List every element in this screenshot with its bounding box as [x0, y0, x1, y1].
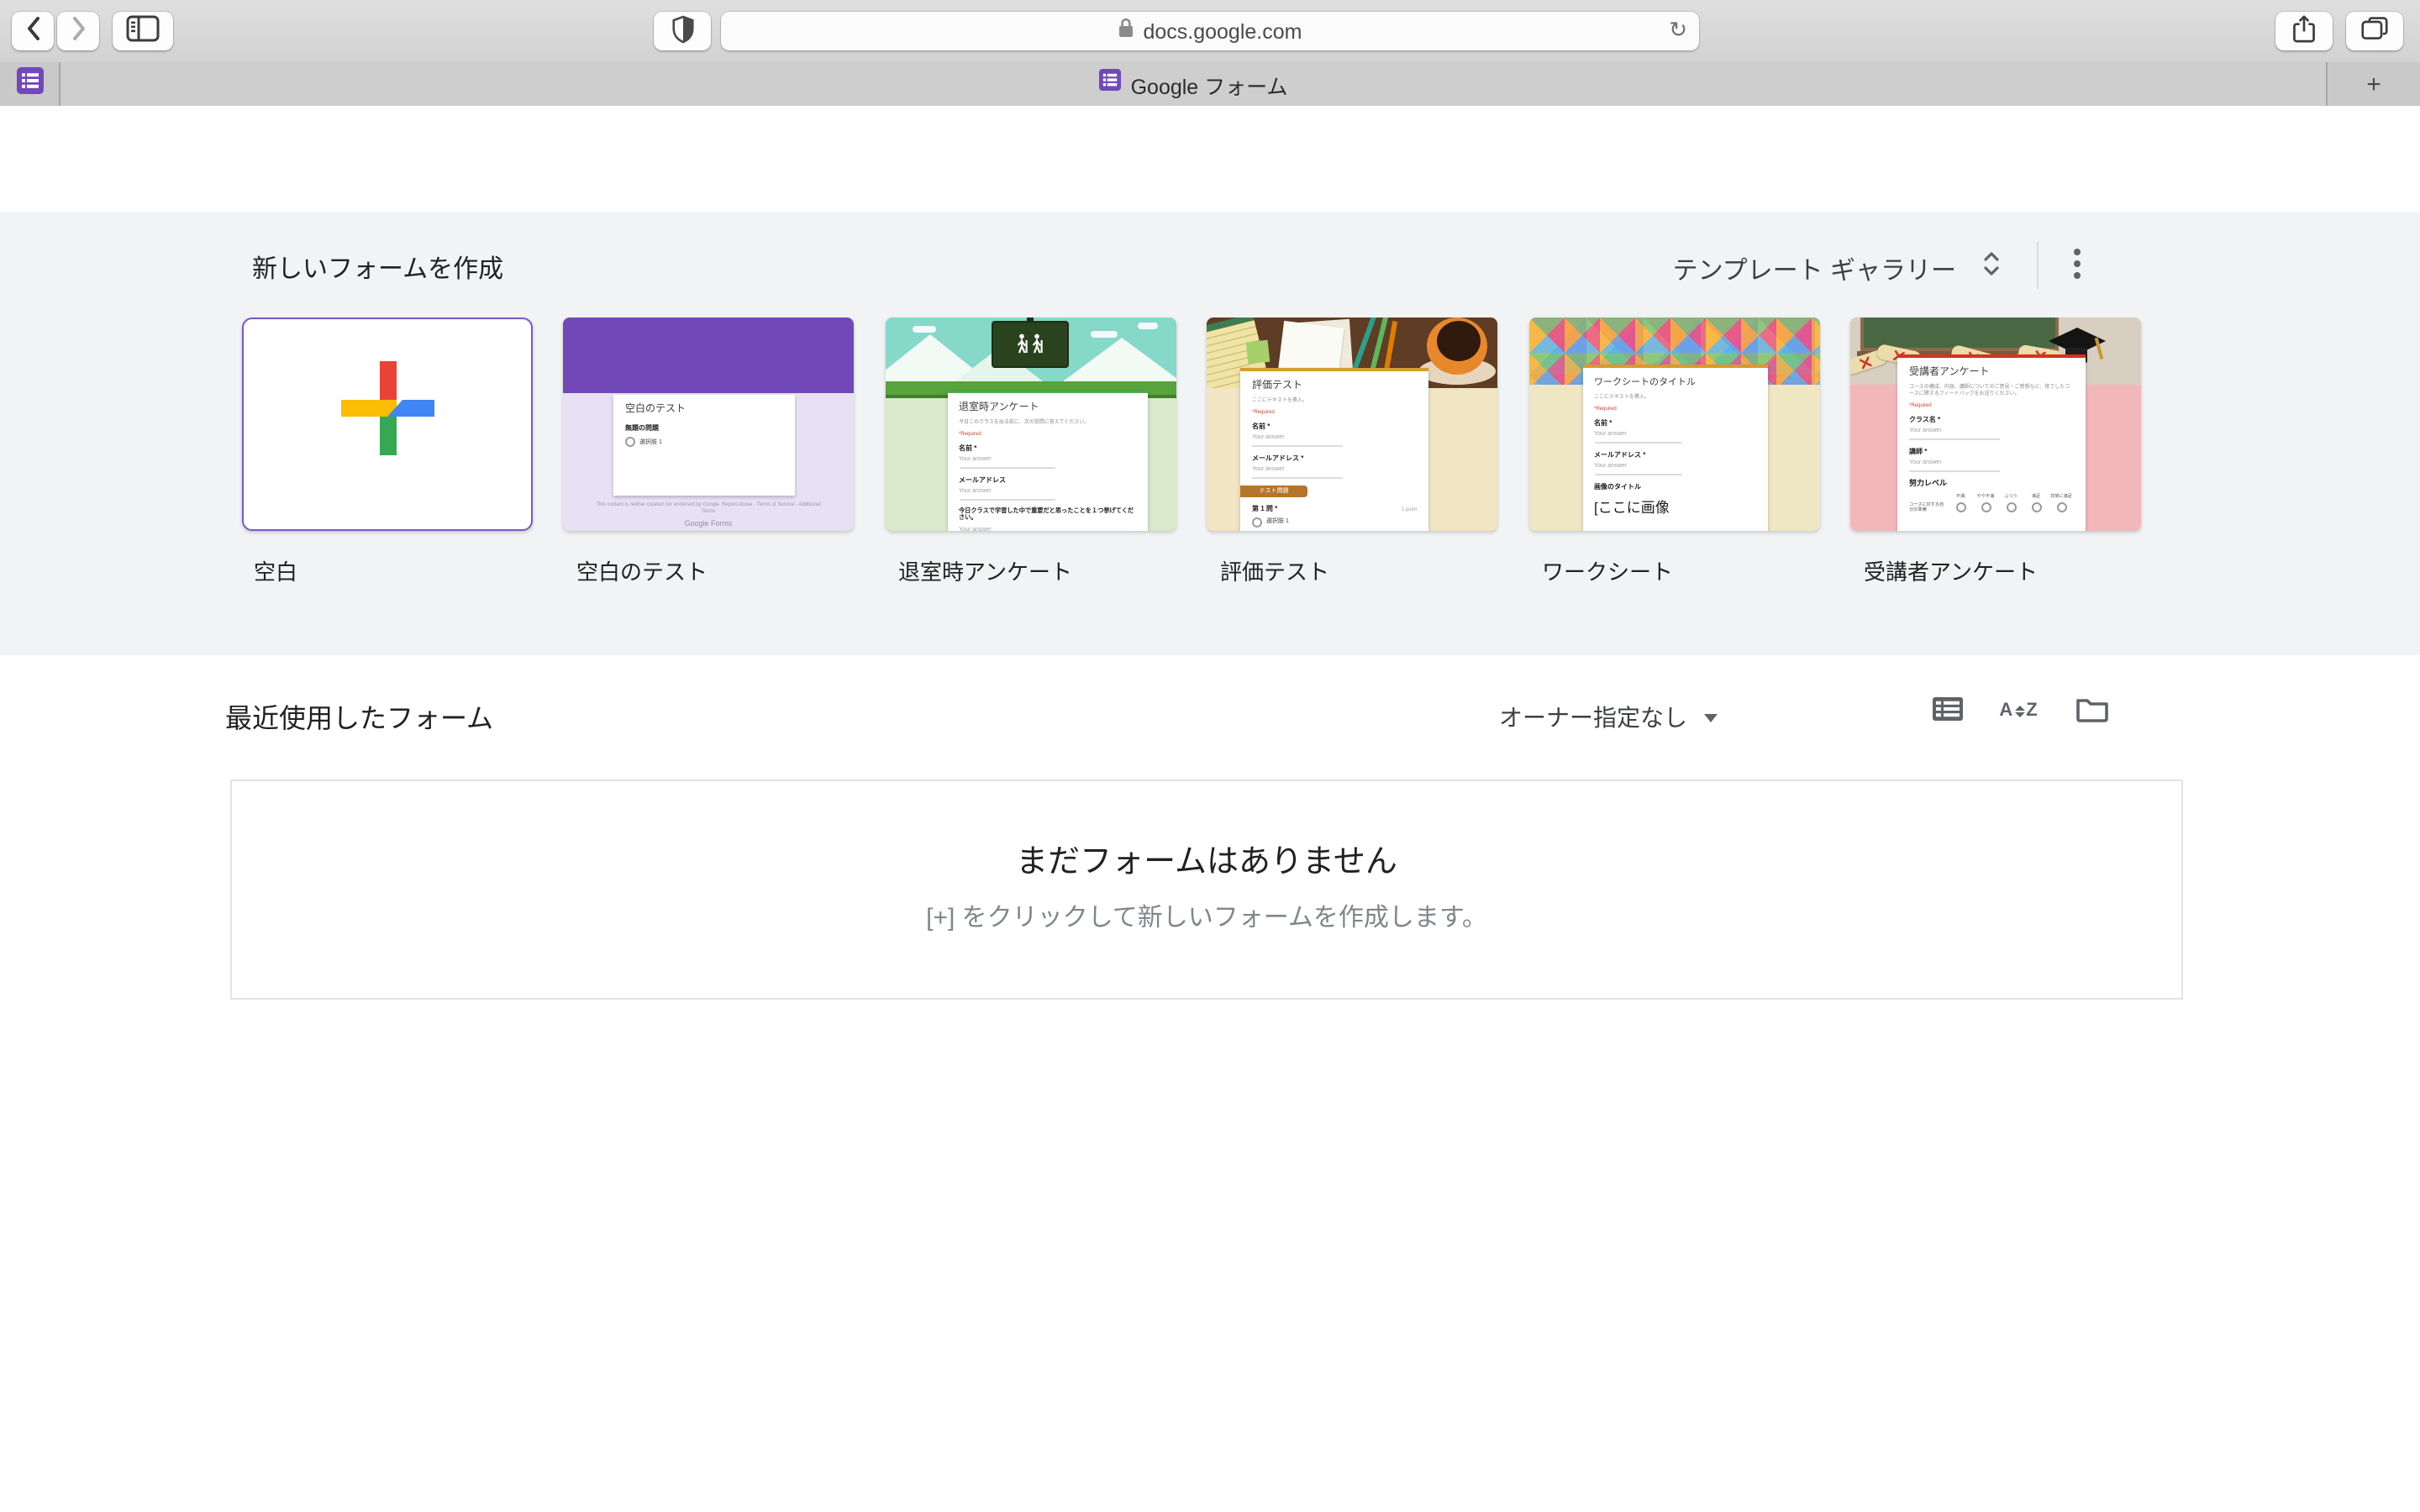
chevron-right-icon — [71, 17, 85, 45]
sort-az-icon: A Z — [1999, 701, 2037, 721]
privacy-report-button[interactable] — [654, 12, 711, 50]
tab-overview-button[interactable] — [2346, 12, 2403, 50]
list-view-icon — [1931, 695, 1965, 727]
template-section-title: 新しいフォームを作成 — [252, 250, 503, 286]
template-card-label[interactable]: ワークシート — [1542, 554, 1673, 586]
template-section: 新しいフォームを作成 テンプレート ギャラリー 空白 空白のテスト 無題の問題 … — [0, 212, 2420, 655]
forms-app-header: Forms ECCS2016 Information Technology Ce… — [0, 106, 2420, 212]
forward-button[interactable] — [57, 12, 99, 50]
template-card-label[interactable]: 空白のテスト — [576, 554, 708, 586]
safari-window: docs.google.com ↻ Google フォーム + Forms — [0, 0, 2420, 1512]
empty-state-title: まだフォームはありません — [232, 837, 2181, 882]
tab-google-forms[interactable]: Google フォーム — [60, 62, 2326, 106]
new-tab-button[interactable]: + — [2326, 62, 2420, 106]
template-card-blank[interactable] — [241, 318, 532, 531]
folder-icon — [2075, 695, 2109, 727]
sidebar-toggle-button[interactable] — [113, 12, 173, 50]
template-card-label[interactable]: 受講者アンケート — [1864, 554, 2038, 586]
empty-state-subtitle: [+] をクリックして新しいフォームを作成します。 — [232, 899, 2181, 934]
empty-state-panel: まだフォームはありません [+] をクリックして新しいフォームを作成します。 — [230, 780, 2183, 1000]
template-card-assessment[interactable]: 評価テスト ここにテキストを挿入。 *Required 名前 * Your an… — [1207, 318, 1497, 531]
divider — [2037, 242, 2039, 289]
template-gallery-expand-button[interactable] — [1976, 245, 2007, 286]
template-card-label[interactable]: 退室時アンケート — [898, 554, 1072, 586]
browser-toolbar: docs.google.com ↻ — [0, 0, 2420, 64]
forms-favicon — [1099, 69, 1121, 99]
back-button[interactable] — [12, 12, 54, 50]
shield-icon — [670, 14, 695, 48]
chevron-down-icon — [1704, 713, 1718, 722]
lock-icon — [1118, 16, 1134, 46]
template-section-menu-button[interactable] — [2055, 240, 2099, 287]
open-file-picker-button[interactable] — [2070, 689, 2114, 732]
template-card-blank-quiz[interactable]: 空白のテスト 無題の問題 選択肢 1 This content is neith… — [563, 318, 854, 531]
refresh-icon[interactable]: ↻ — [1669, 17, 1687, 44]
pinned-tab-google-forms[interactable] — [0, 62, 60, 106]
url-text: docs.google.com — [1143, 19, 1302, 43]
owner-filter-dropdown[interactable]: オーナー指定なし — [1489, 699, 1728, 736]
sidebar-icon — [126, 15, 160, 47]
sort-button[interactable]: A Z — [1996, 689, 2040, 732]
template-gallery-button[interactable]: テンプレート ギャラリー — [1673, 252, 1956, 287]
hiking-sign-illustration — [991, 321, 1068, 368]
tab-bar: Google フォーム + — [0, 62, 2420, 108]
share-icon — [2291, 13, 2317, 49]
tab-title: Google フォーム — [1131, 68, 1288, 100]
recent-forms-title: 最近使用したフォーム — [225, 696, 493, 736]
list-view-button[interactable] — [1926, 689, 1970, 732]
template-card-label[interactable]: 空白 — [254, 554, 297, 586]
address-bar[interactable]: docs.google.com ↻ — [721, 12, 1699, 50]
chevron-left-icon — [26, 17, 39, 45]
share-button[interactable] — [2275, 12, 2333, 50]
template-card-exit-survey[interactable]: 退室時アンケート 今日このクラスを出る前に、次の質問に答えてください。 *Req… — [885, 318, 1176, 531]
template-card-worksheet[interactable]: ワークシートのタイトル ここにテキストを挿入。 *Required 名前 * Y… — [1528, 318, 1819, 531]
tabs-icon — [2360, 15, 2390, 47]
kebab-icon — [2074, 249, 2081, 256]
template-card-course-evaluation[interactable]: 受講者アンケート コースの構成、内容、講師についてのご意見・ご感想など、修了した… — [1850, 318, 2141, 531]
new-form-plus-icon — [340, 361, 434, 455]
unfold-icon — [1981, 248, 2002, 283]
forms-favicon — [16, 66, 43, 102]
template-card-label[interactable]: 評価テスト — [1220, 554, 1329, 586]
recent-forms-section: 最近使用したフォーム オーナー指定なし A Z まだフォームはありません [+]… — [0, 655, 2420, 1512]
